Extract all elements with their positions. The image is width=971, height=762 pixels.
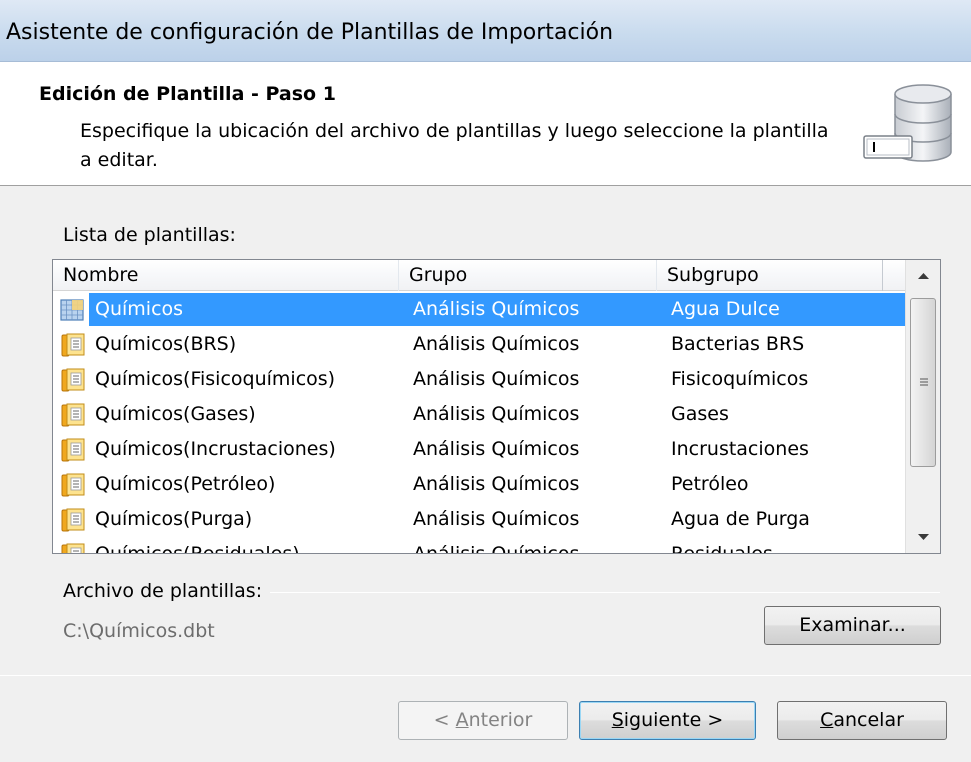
row-subgroup: Agua de Purga bbox=[671, 508, 810, 530]
step-description: Especifique la ubicación del archivo de … bbox=[80, 120, 829, 171]
list-row[interactable]: Químicos(Petróleo) Análisis Químicos Pet… bbox=[53, 467, 905, 502]
list-row[interactable]: Químicos(Incrustaciones) Análisis Químic… bbox=[53, 432, 905, 467]
column-header-grupo[interactable]: Grupo bbox=[399, 260, 657, 291]
cancel-button[interactable]: Cancelar bbox=[777, 701, 947, 740]
window-title: Asistente de configuración de Plantillas… bbox=[6, 20, 614, 45]
next-button[interactable]: Siguiente > bbox=[579, 701, 756, 740]
template-book-icon bbox=[61, 438, 85, 462]
title-bar[interactable]: Asistente de configuración de Plantillas… bbox=[0, 0, 971, 62]
list-row[interactable]: Químicos(Purga) Análisis Químicos Agua d… bbox=[53, 502, 905, 537]
row-group: Análisis Químicos bbox=[413, 438, 580, 460]
wizard-header: Edición de Plantilla - Paso 1 Especifiqu… bbox=[0, 62, 971, 186]
database-icon bbox=[863, 84, 952, 162]
row-name: Químicos(Fisicoquímicos) bbox=[95, 368, 336, 390]
template-book-icon bbox=[61, 333, 85, 357]
row-group: Análisis Químicos bbox=[413, 368, 580, 390]
row-subgroup: Agua Dulce bbox=[671, 298, 780, 320]
row-name: Químicos(BRS) bbox=[95, 333, 237, 355]
row-subgroup: Petróleo bbox=[671, 473, 749, 495]
group-divider bbox=[270, 592, 940, 593]
vertical-scrollbar[interactable] bbox=[905, 260, 940, 553]
wizard-window: Asistente de configuración de Plantillas… bbox=[0, 0, 971, 762]
list-row[interactable]: Químicos(Gases) Análisis Químicos Gases bbox=[53, 397, 905, 432]
row-group: Análisis Químicos bbox=[413, 508, 580, 530]
row-group: Análisis Químicos bbox=[413, 333, 580, 355]
row-name: Químicos(Residuales) bbox=[95, 543, 300, 554]
next-button-label: iguiente > bbox=[623, 709, 724, 731]
template-book-icon bbox=[61, 543, 85, 553]
cancel-button-mnemonic: C bbox=[820, 709, 834, 731]
row-name: Químicos(Gases) bbox=[95, 403, 256, 425]
row-group: Análisis Químicos bbox=[413, 298, 580, 320]
footer-divider bbox=[0, 675, 971, 676]
back-button-mnemonic: A bbox=[455, 709, 469, 731]
row-name: Químicos(Incrustaciones) bbox=[95, 438, 336, 460]
list-row[interactable]: Químicos(Residuales) Análisis Químicos R… bbox=[53, 537, 905, 554]
column-header-subgrupo[interactable]: Subgrupo bbox=[657, 260, 883, 291]
grip-icon bbox=[920, 378, 928, 386]
browse-button[interactable]: Examinar... bbox=[764, 606, 941, 645]
template-book-icon bbox=[61, 403, 85, 427]
template-book-icon bbox=[61, 508, 85, 532]
step-title: Edición de Plantilla - Paso 1 bbox=[39, 83, 336, 105]
template-book-icon bbox=[61, 368, 85, 392]
back-button[interactable]: < Anterior bbox=[398, 701, 568, 740]
list-row[interactable]: Químicos Análisis Químicos Agua Dulce bbox=[53, 292, 905, 327]
list-row[interactable]: Químicos(Fisicoquímicos) Análisis Químic… bbox=[53, 362, 905, 397]
cancel-button-label: ancelar bbox=[833, 709, 904, 731]
row-group: Análisis Químicos bbox=[413, 403, 580, 425]
next-button-mnemonic: S bbox=[611, 709, 624, 731]
row-subgroup: Incrustaciones bbox=[671, 438, 809, 460]
template-book-icon bbox=[61, 473, 85, 497]
templates-listview[interactable]: Nombre Grupo Subgrupo Químicos Análisis … bbox=[52, 259, 941, 554]
grid-table-icon bbox=[60, 299, 84, 321]
row-subgroup: Bacterias BRS bbox=[671, 333, 805, 355]
list-row[interactable]: Químicos(BRS) Análisis Químicos Bacteria… bbox=[53, 327, 905, 362]
row-subgroup: Fisicoquímicos bbox=[671, 368, 809, 390]
list-header: Nombre Grupo Subgrupo bbox=[53, 260, 905, 291]
row-name: Químicos bbox=[95, 298, 184, 320]
column-header-nombre[interactable]: Nombre bbox=[53, 260, 399, 291]
row-name: Químicos(Purga) bbox=[95, 508, 253, 530]
row-subgroup: Gases bbox=[671, 403, 729, 425]
scroll-down-arrow-icon[interactable] bbox=[906, 523, 941, 553]
file-group-label: Archivo de plantillas: bbox=[63, 580, 263, 602]
list-label: Lista de plantillas: bbox=[63, 224, 236, 246]
row-subgroup: Residuales bbox=[671, 543, 773, 554]
back-button-prefix: < bbox=[433, 709, 456, 731]
row-group: Análisis Químicos bbox=[413, 473, 580, 495]
scrollbar-thumb[interactable] bbox=[910, 298, 936, 467]
row-group: Análisis Químicos bbox=[413, 543, 580, 554]
file-path: C:\Químicos.dbt bbox=[63, 620, 215, 642]
scroll-up-arrow-icon[interactable] bbox=[906, 260, 941, 290]
back-button-label: nterior bbox=[468, 709, 533, 731]
row-name: Químicos(Petróleo) bbox=[95, 473, 276, 495]
